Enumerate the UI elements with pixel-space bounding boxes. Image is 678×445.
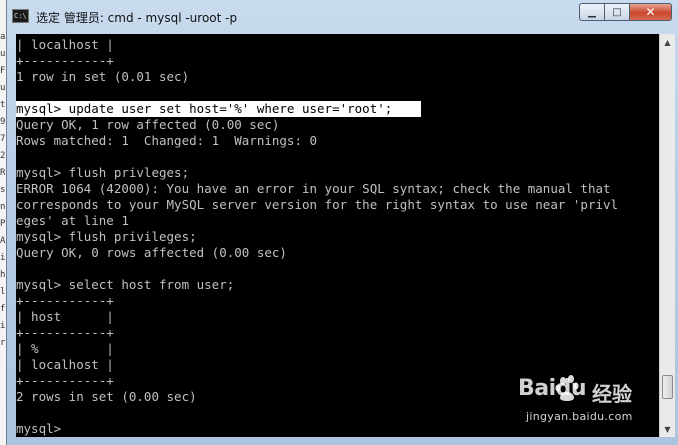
background-char: f: [0, 304, 6, 314]
console-lines: | localhost | +-----------+ 1 row in set (…: [16, 37, 618, 437]
console-line: 2 rows in set (0.00 sec): [16, 389, 197, 404]
window-title: 选定 管理员: cmd - mysql -uroot -p: [36, 11, 238, 25]
close-icon: ✕: [645, 5, 656, 19]
maximize-button[interactable]: □: [604, 3, 630, 21]
background-char: i: [0, 321, 6, 331]
background-char: h: [0, 270, 6, 280]
console-line: +-----------+: [16, 325, 114, 340]
background-char: 7: [0, 134, 6, 144]
background-char: s: [0, 185, 6, 195]
background-char: l: [0, 287, 6, 297]
console-line: corresponds to your MySQL server version…: [16, 197, 619, 212]
console-line: Query OK, 0 rows affected (0.00 sec): [16, 245, 287, 260]
background-char: u: [0, 83, 6, 93]
minimize-button[interactable]: ▁: [579, 3, 605, 21]
console-line: | host |: [16, 309, 114, 324]
background-char: R: [0, 168, 6, 178]
title-bar[interactable]: C:\ 选定 管理员: cmd - mysql -uroot -p ▁ □ ✕: [7, 0, 678, 34]
caption-buttons: ▁ □ ✕: [579, 3, 672, 23]
console-line: | localhost |: [16, 37, 114, 52]
console-line: eges' at line 1: [16, 213, 129, 228]
background-char: i: [0, 253, 6, 263]
vertical-scrollbar[interactable]: ▲ ▼: [659, 34, 675, 437]
background-char: F: [0, 66, 6, 76]
console-line-selected: mysql> update user set host='%' where us…: [16, 101, 421, 117]
minimize-icon: ▁: [588, 6, 596, 18]
console-line: Query OK, 1 row affected (0.00 sec): [16, 117, 280, 132]
background-char: P: [0, 219, 6, 229]
background-char: 2: [0, 151, 6, 161]
console-line: mysql> flush privileges;: [16, 229, 197, 244]
scroll-down-arrow-icon[interactable]: ▼: [660, 421, 675, 437]
background-char: A: [0, 236, 6, 246]
background-char: a: [0, 32, 6, 42]
console-line: 1 row in set (0.01 sec): [16, 69, 190, 84]
console-line: +-----------+: [16, 53, 114, 68]
close-button[interactable]: ✕: [629, 3, 672, 21]
console-line: mysql> select host from user;: [16, 277, 235, 292]
console-output[interactable]: | localhost | +-----------+ 1 row in set (…: [16, 34, 659, 437]
background-char: 9: [0, 117, 6, 127]
window-bottom-border: [7, 437, 678, 445]
background-char: t: [0, 100, 6, 110]
console-line: Rows matched: 1 Changed: 1 Warnings: 0: [16, 133, 318, 148]
background-char: n: [0, 202, 6, 212]
scroll-thumb[interactable]: [662, 375, 673, 399]
console-line: +-----------+: [16, 373, 114, 388]
console-line: | % |: [16, 341, 114, 356]
cmd-app-icon[interactable]: C:\: [12, 9, 29, 23]
console-line: mysql> flush privleges;: [16, 165, 190, 180]
console-line: ERROR 1064 (42000): You have an error in…: [16, 181, 611, 196]
maximize-icon: □: [612, 6, 622, 18]
console-line: mysql>: [16, 421, 62, 436]
background-char: u: [0, 49, 6, 59]
scroll-up-arrow-icon[interactable]: ▲: [660, 34, 675, 50]
console-line: +-----------+: [16, 293, 114, 308]
background-char: r: [0, 338, 6, 348]
console-line: | localhost |: [16, 357, 114, 372]
cmd-window: C:\ 选定 管理员: cmd - mysql -uroot -p ▁ □ ✕ …: [6, 0, 678, 445]
